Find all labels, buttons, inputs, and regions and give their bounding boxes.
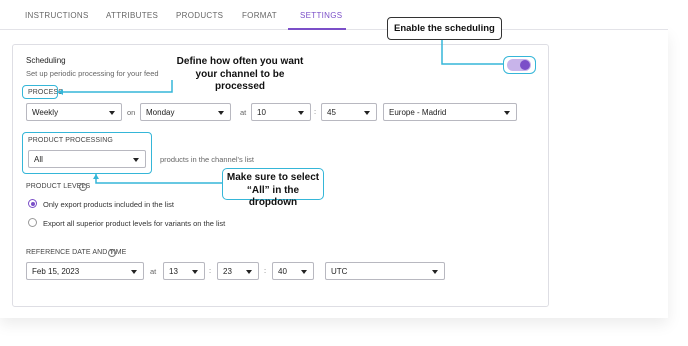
- page: INSTRUCTIONS ATTRIBUTES PRODUCTS FORMAT …: [0, 0, 688, 346]
- enable-scheduling-callout: Enable the scheduling: [387, 17, 502, 40]
- define-frequency-line-1: Define how often you want: [176, 56, 304, 67]
- define-frequency-line-2: your channel to be: [195, 68, 285, 80]
- select-all-callout: Make sure to select “All” in the dropdow…: [222, 168, 324, 208]
- define-frequency-callout: Define how often you want your channel t…: [170, 56, 310, 94]
- callout-connectors: [58, 36, 503, 184]
- select-all-line-2: “All” in the dropdown: [246, 184, 300, 209]
- define-frequency-line-3: processed: [214, 81, 266, 92]
- select-all-line-1: Make sure to select: [226, 172, 320, 183]
